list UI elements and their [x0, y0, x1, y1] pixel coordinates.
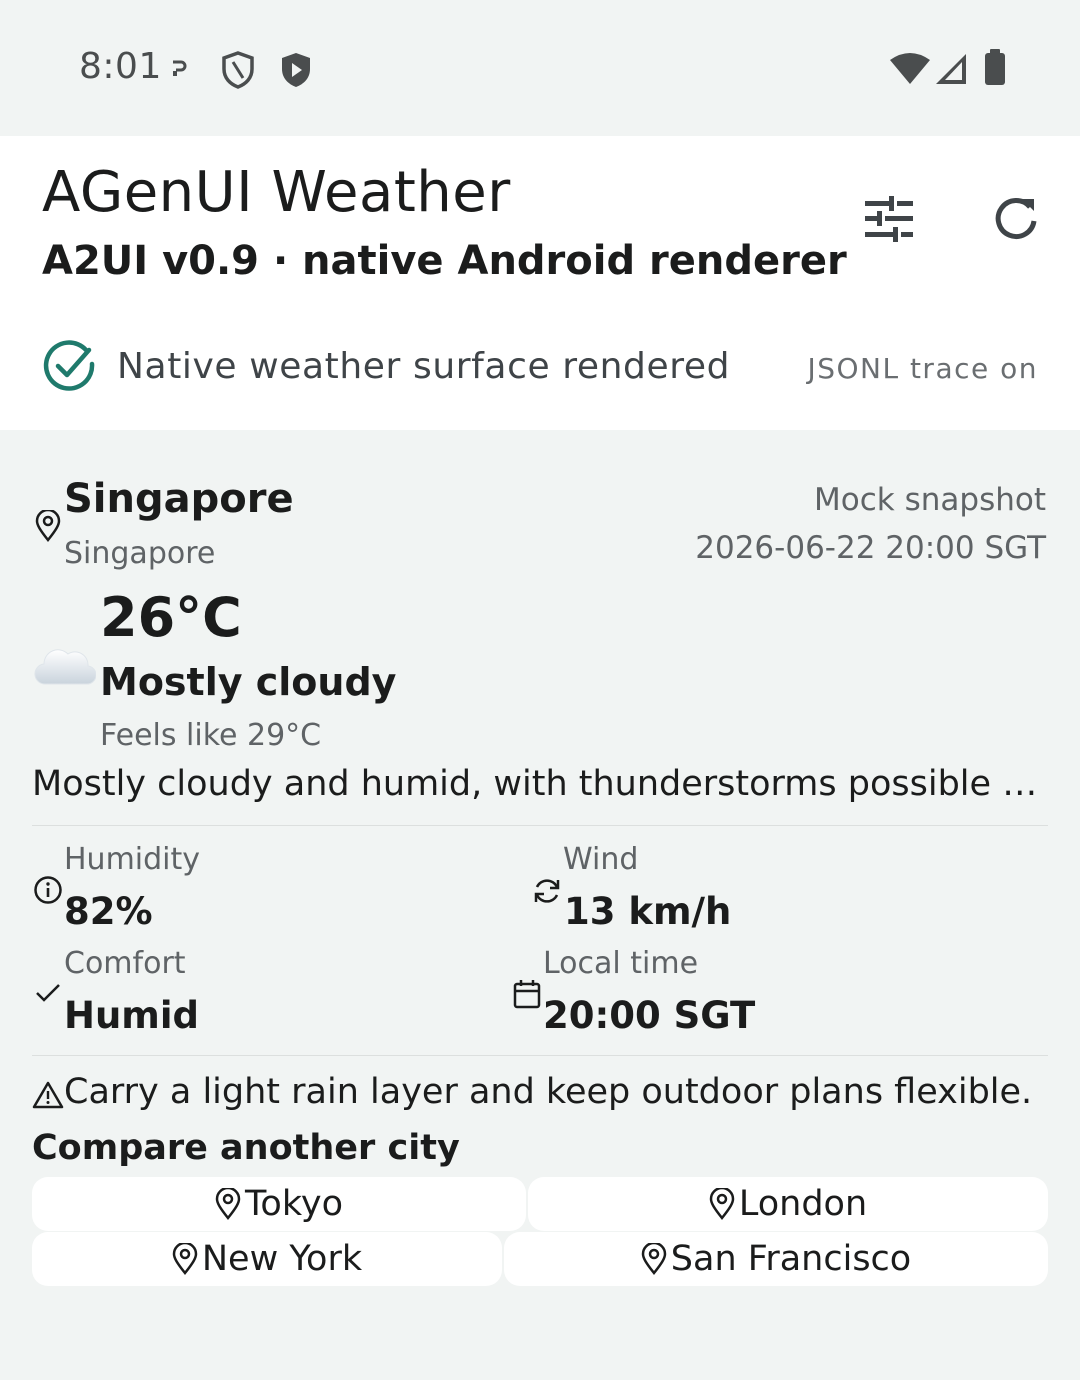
wifi-icon	[890, 53, 930, 84]
refresh-icon	[995, 198, 1037, 239]
status-time: 8:01	[79, 46, 162, 87]
local-time-value: 20:00 SGT	[543, 994, 756, 1037]
location-pin-icon	[641, 1243, 667, 1275]
divider	[32, 825, 1048, 826]
refresh-cw-icon	[534, 879, 560, 903]
condition: Mostly cloudy	[100, 660, 397, 704]
check-icon	[36, 984, 60, 1002]
warning-icon	[32, 1081, 64, 1109]
render-status-text: Native weather surface rendered	[117, 346, 731, 387]
city-chip-label: New York	[201, 1239, 363, 1279]
refresh-button[interactable]	[976, 179, 1056, 259]
weather-summary: Mostly cloudy and humid, with thundersto…	[32, 764, 1048, 804]
trace-label: JSONL trace on	[807, 352, 1038, 385]
divider	[32, 1055, 1048, 1056]
city-chip-label: San Francisco	[670, 1239, 912, 1279]
city-chip-san-francisco[interactable]: San Francisco	[504, 1232, 1048, 1286]
shield-play-icon	[282, 53, 310, 87]
city-chip-label: Tokyo	[245, 1184, 343, 1224]
cloud-icon	[34, 649, 96, 685]
tune-icon	[865, 196, 913, 242]
status-bar: 8:01	[0, 0, 1080, 136]
app-title: AGenUI Weather	[42, 160, 511, 225]
temperature: 26°C	[100, 586, 242, 649]
city-country: Singapore	[64, 536, 216, 571]
tune-button[interactable]	[849, 179, 929, 259]
wind-label: Wind	[563, 842, 639, 877]
location-pin-icon	[215, 1188, 241, 1220]
feels-like: Feels like 29°C	[100, 718, 322, 753]
calendar-icon	[513, 980, 541, 1009]
city-chip-new-york[interactable]: New York	[32, 1232, 502, 1286]
wind-value: 13 km/h	[564, 890, 732, 933]
advice-text: Carry a light rain layer and keep outdoo…	[64, 1072, 1033, 1112]
snapshot-time: 2026-06-22 20:00 SGT	[695, 530, 1046, 566]
shield-outline-icon	[222, 51, 254, 89]
app-subtitle: A2UI v0.9 · native Android renderer	[42, 238, 847, 284]
city-chip-label: London	[738, 1184, 868, 1224]
app-bar: AGenUI Weather A2UI v0.9 · native Androi…	[0, 136, 1080, 430]
city-chip-tokyo[interactable]: Tokyo	[32, 1177, 526, 1231]
comfort-value: Humid	[64, 994, 200, 1037]
info-icon	[34, 876, 62, 904]
humidity-value: 82%	[64, 890, 153, 933]
location-pin-icon	[35, 510, 61, 542]
snapshot-label: Mock snapshot	[814, 482, 1046, 518]
battery-icon	[985, 49, 1005, 85]
weather-card: Singapore Singapore Mock snapshot 2026-0…	[0, 430, 1080, 1380]
city-name: Singapore	[64, 476, 294, 522]
local-time-label: Local time	[543, 946, 699, 981]
humidity-label: Humidity	[64, 842, 201, 877]
location-pin-icon	[709, 1188, 735, 1220]
city-chip-london[interactable]: London	[528, 1177, 1048, 1231]
cast-icon	[173, 60, 187, 76]
location-pin-icon	[172, 1243, 198, 1275]
check-circle-icon	[43, 340, 95, 391]
signal-icon	[936, 54, 966, 84]
compare-title: Compare another city	[32, 1128, 460, 1168]
comfort-label: Comfort	[64, 946, 186, 981]
